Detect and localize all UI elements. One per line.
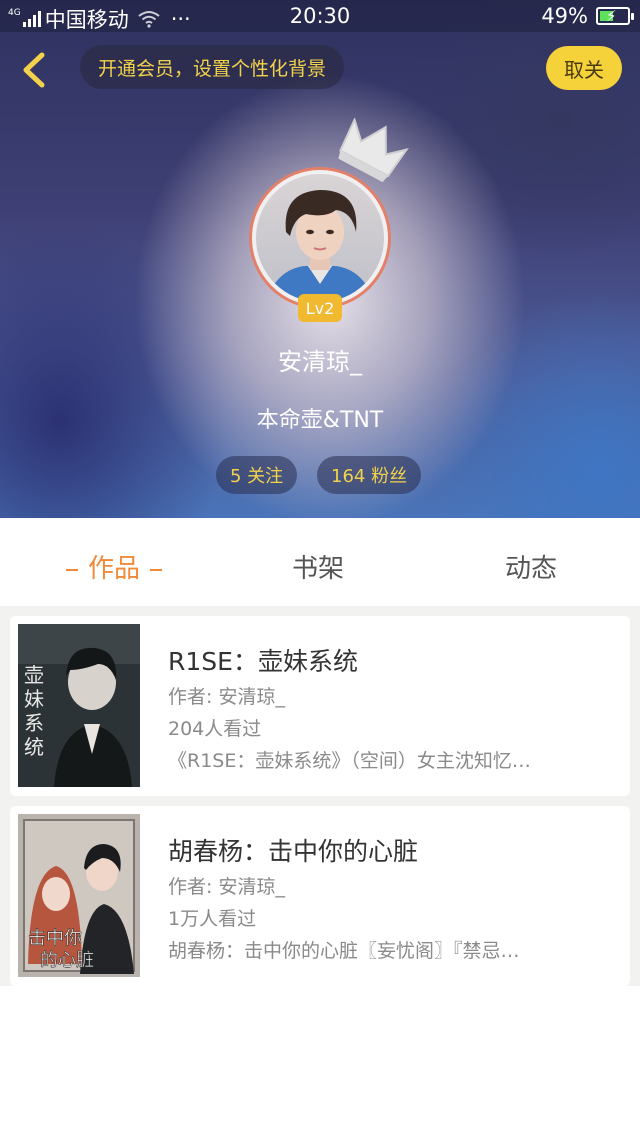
profile-tabs: 作品 书架 动态	[0, 518, 640, 606]
profile-header: 4G 中国移动 ··· 20:30 49% ⚡ 开通会员，设置个性化背景 取关 …	[0, 0, 640, 518]
list-item[interactable]: 击中你 的心脏 胡春杨：击中你的心脏 作者: 安清琼_ 1万人看过 胡春杨：击中…	[10, 806, 630, 986]
fans-count-button[interactable]: 164 粉丝	[317, 456, 422, 494]
empty-area	[0, 986, 640, 1138]
book-description: 《R1SE：壶妹系统》（空间）女主沈知忆…	[168, 750, 531, 772]
tab-active-dash-left	[66, 568, 78, 571]
tab-works[interactable]: 作品	[56, 548, 172, 585]
cover-title-text: 击中你	[28, 928, 82, 949]
back-arrow-icon[interactable]	[16, 50, 50, 90]
book-author: 作者: 安清琼_	[168, 686, 285, 708]
book-title: R1SE：壶妹系统	[168, 647, 358, 676]
battery-percent: 49%	[541, 4, 588, 28]
level-badge: Lv2	[298, 294, 342, 322]
unfollow-button[interactable]: 取关	[546, 46, 622, 90]
tab-moments[interactable]: 动态	[505, 548, 557, 585]
book-views: 204人看过	[168, 718, 262, 740]
svg-text:系: 系	[24, 711, 44, 735]
book-cover-image-icon: 壶 妹 系 统	[18, 624, 140, 787]
book-cover: 壶 妹 系 统	[18, 624, 140, 787]
vip-background-banner[interactable]: 开通会员，设置个性化背景	[80, 45, 345, 89]
tab-bookshelf[interactable]: 书架	[292, 548, 344, 585]
svg-text:的心脏: 的心脏	[40, 950, 94, 971]
avatar[interactable]	[249, 167, 391, 309]
tab-active-dash-right	[150, 568, 163, 571]
book-cover-image-icon: 击中你 的心脏	[18, 814, 140, 977]
following-count-button[interactable]: 5 关注	[216, 456, 298, 494]
username: 安清琼_	[278, 348, 362, 376]
list-item[interactable]: 壶 妹 系 统 R1SE：壶妹系统 作者: 安清琼_ 204人看过 《R1SE：…	[10, 616, 630, 796]
cover-title-text: 壶	[24, 663, 44, 687]
signature: 本命壶&TNT	[256, 408, 384, 433]
tab-works-label: 作品	[88, 554, 141, 584]
svg-text:统: 统	[24, 735, 44, 759]
book-author: 作者: 安清琼_	[168, 876, 285, 898]
book-cover: 击中你 的心脏	[18, 814, 140, 977]
profile-page: 4G 中国移动 ··· 20:30 49% ⚡ 开通会员，设置个性化背景 取关 …	[0, 0, 640, 1138]
avatar-portrait-icon	[256, 174, 384, 302]
book-title: 胡春杨：击中你的心脏	[168, 837, 419, 866]
book-description: 胡春杨：击中你的心脏〖妄忧阁〗『禁忌…	[168, 940, 520, 962]
status-bar: 4G 中国移动 ··· 20:30 49% ⚡	[0, 0, 640, 32]
svg-text:妹: 妹	[24, 687, 44, 711]
avatar-image	[256, 174, 384, 302]
book-views: 1万人看过	[168, 908, 257, 930]
battery-icon: ⚡	[596, 7, 634, 25]
